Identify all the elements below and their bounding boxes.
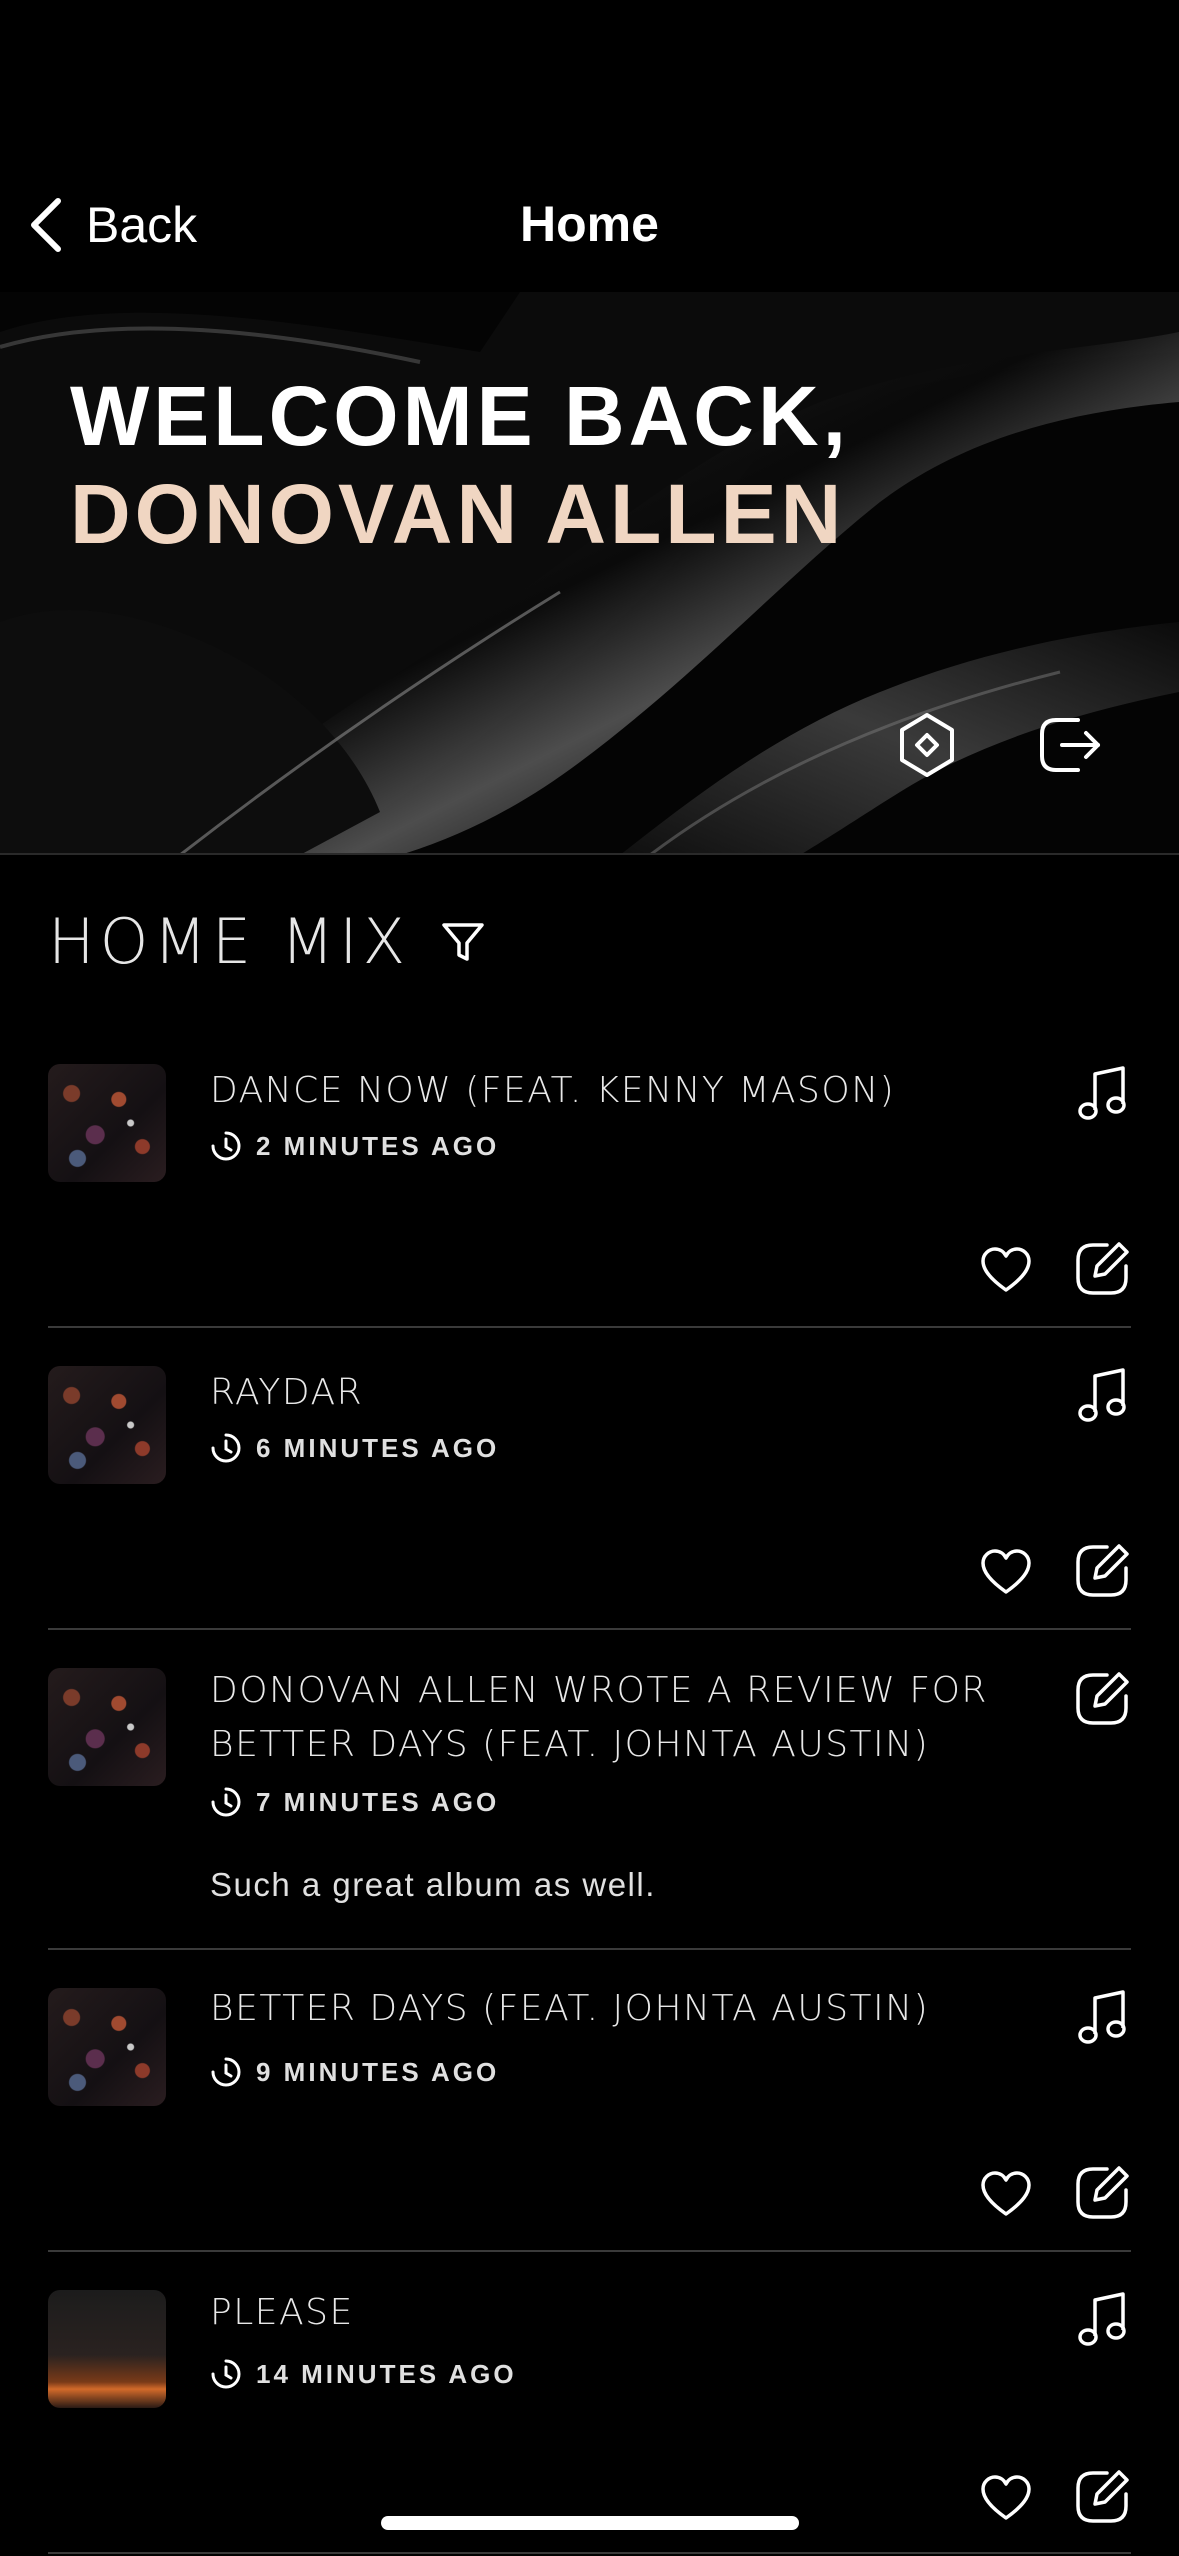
album-art bbox=[48, 1988, 166, 2106]
item-time: 14 MINUTES AGO bbox=[210, 2358, 517, 2390]
edit-icon[interactable] bbox=[1073, 2164, 1131, 2222]
item-time: 2 MINUTES AGO bbox=[210, 1130, 499, 1162]
item-title: PLEASE bbox=[210, 2292, 354, 2333]
item-time: 7 MINUTES AGO bbox=[210, 1786, 499, 1818]
clock-icon bbox=[211, 1433, 241, 1463]
clock-icon bbox=[211, 2057, 241, 2087]
heart-icon[interactable] bbox=[979, 2169, 1033, 2219]
item-title: BETTER DAYS (FEAT. JOHNTA AUSTIN) bbox=[210, 1988, 930, 2029]
heart-icon[interactable] bbox=[979, 2473, 1033, 2523]
page-title: Home bbox=[520, 196, 659, 252]
item-time: 6 MINUTES AGO bbox=[210, 1432, 499, 1464]
review-text: Such a great album as well. bbox=[210, 1866, 656, 1903]
item-time: 9 MINUTES AGO bbox=[210, 2056, 499, 2088]
item-title: DONOVAN ALLEN WROTE A REVIEW FOR bbox=[210, 1670, 988, 1711]
logout-icon[interactable] bbox=[1034, 710, 1104, 780]
clock-icon bbox=[211, 2359, 241, 2389]
heart-icon[interactable] bbox=[979, 1547, 1033, 1597]
home-indicator[interactable] bbox=[381, 2516, 799, 2530]
edit-icon[interactable] bbox=[1073, 1240, 1131, 1298]
album-art bbox=[48, 1064, 166, 1182]
welcome-line: WELCOME BACK, bbox=[70, 369, 850, 463]
album-art bbox=[48, 2290, 166, 2408]
item-title: RAYDAR bbox=[210, 1372, 364, 1413]
time-label: 6 MINUTES AGO bbox=[256, 1432, 500, 1463]
home-mix-header: HOME MIX bbox=[48, 905, 488, 978]
feed-item[interactable]: PLEASE 14 MINUTES AGO bbox=[48, 2252, 1131, 2554]
edit-icon[interactable] bbox=[1073, 2468, 1131, 2526]
time-label: 7 MINUTES AGO bbox=[256, 1786, 500, 1817]
time-label: 14 MINUTES AGO bbox=[256, 2358, 517, 2389]
album-art bbox=[48, 1366, 166, 1484]
item-title: DANCE NOW (FEAT. KENNY MASON) bbox=[210, 1070, 896, 1111]
music-note-icon[interactable] bbox=[1077, 1064, 1131, 1124]
music-note-icon[interactable] bbox=[1077, 2290, 1131, 2350]
feed-item[interactable]: BETTER DAYS (FEAT. JOHNTA AUSTIN) 9 MINU… bbox=[48, 1950, 1131, 2252]
welcome-banner: WELCOME BACK, DONOVAN ALLEN bbox=[0, 292, 1179, 855]
time-label: 2 MINUTES AGO bbox=[256, 1130, 500, 1161]
user-name: DONOVAN ALLEN bbox=[70, 467, 846, 561]
album-art bbox=[48, 1668, 166, 1786]
filter-icon[interactable] bbox=[438, 917, 488, 967]
feed-item[interactable]: RAYDAR 6 MINUTES AGO bbox=[48, 1328, 1131, 1630]
time-label: 9 MINUTES AGO bbox=[256, 2056, 500, 2087]
edit-icon[interactable] bbox=[1073, 1542, 1131, 1600]
feed-item[interactable]: DANCE NOW (FEAT. KENNY MASON) 2 MINUTES … bbox=[48, 1040, 1131, 1328]
item-title-line2: BETTER DAYS (FEAT. JOHNTA AUSTIN) bbox=[210, 1724, 930, 1765]
section-title: HOME MIX bbox=[48, 905, 411, 978]
heart-icon[interactable] bbox=[979, 1245, 1033, 1295]
clock-icon bbox=[211, 1787, 241, 1817]
welcome-heading: WELCOME BACK, DONOVAN ALLEN bbox=[70, 367, 850, 563]
nav-bar: Back Home bbox=[0, 0, 1179, 292]
edit-icon[interactable] bbox=[1073, 1670, 1131, 1728]
clock-icon bbox=[211, 1131, 241, 1161]
music-note-icon[interactable] bbox=[1077, 1988, 1131, 2048]
feed-item-review[interactable]: DONOVAN ALLEN WROTE A REVIEW FOR BETTER … bbox=[48, 1630, 1131, 1950]
music-note-icon[interactable] bbox=[1077, 1366, 1131, 1426]
settings-icon[interactable] bbox=[892, 710, 962, 780]
